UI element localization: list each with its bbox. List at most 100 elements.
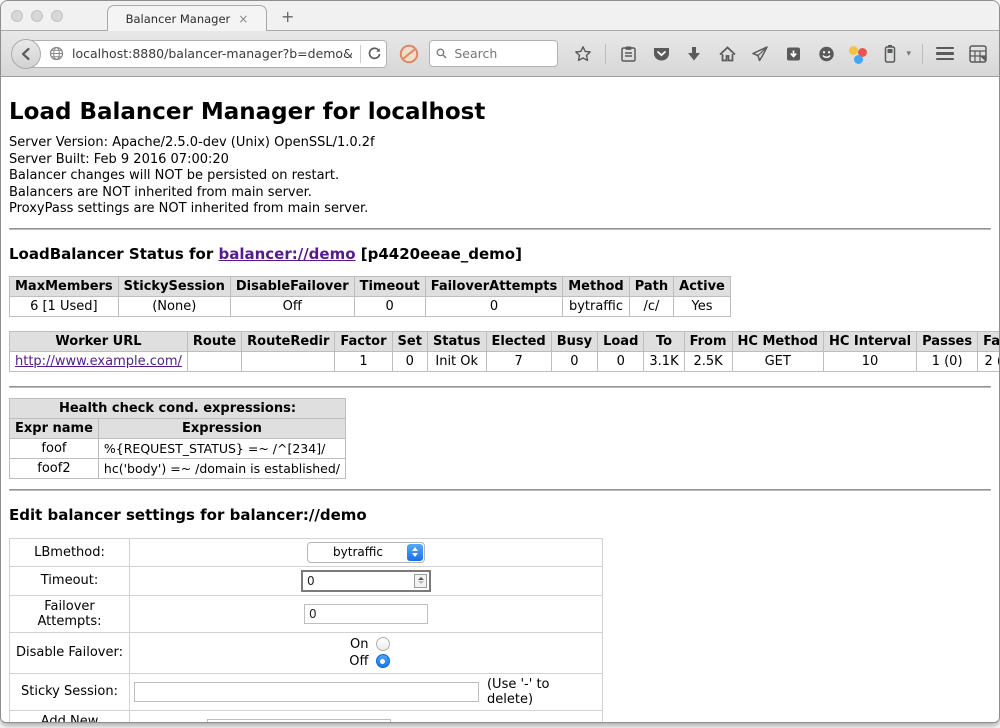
blocked-content-icon[interactable] <box>399 44 419 64</box>
titlebar: Balancer Manager × + <box>1 1 999 31</box>
share-plane-icon[interactable] <box>749 43 771 65</box>
search-input[interactable] <box>452 45 551 62</box>
radio-off-label: Off <box>343 653 369 670</box>
number-spinner-icon[interactable] <box>414 574 427 588</box>
timeout-row: Timeout: <box>10 566 603 595</box>
balancer-demo-link[interactable]: balancer://demo <box>218 245 355 263</box>
home-icon[interactable] <box>716 43 738 65</box>
failover-on-radio[interactable] <box>376 637 390 651</box>
reading-list-icon[interactable] <box>617 43 639 65</box>
chat-smiley-icon[interactable] <box>815 43 837 65</box>
reload-icon[interactable] <box>367 46 382 61</box>
sticky-session-hint: (Use '-' to delete) <box>487 677 598 707</box>
divider-rule <box>9 489 991 491</box>
failover-attempts-label: Failover Attempts: <box>10 595 130 632</box>
are-you-sure-checkbox[interactable] <box>512 722 525 723</box>
lbmethod-select[interactable]: bytraffic <box>307 542 425 563</box>
worker-url-link[interactable]: http://www.example.com/ <box>15 354 182 369</box>
panel-download-icon[interactable] <box>782 43 804 65</box>
proxypass-note-line: ProxyPass settings are NOT inherited fro… <box>9 201 991 218</box>
edit-balancer-heading: Edit balancer settings for balancer://de… <box>9 506 991 524</box>
worker-status-table: Worker URL Route RouteRedir Factor Set S… <box>9 331 1000 372</box>
lbmethod-row: LBmethod: bytraffic <box>10 538 603 566</box>
overflow-caret-icon[interactable]: ▾ <box>906 49 911 59</box>
failover-off-radio[interactable] <box>376 654 390 668</box>
downloads-icon[interactable] <box>683 43 705 65</box>
page-content: Load Balancer Manager for localhost Serv… <box>1 99 999 723</box>
search-icon <box>436 47 447 60</box>
radio-on-label: On <box>343 636 369 653</box>
worker-table-data-row: http://www.example.com/ 1 0 Init Ok 7 0 … <box>10 351 1000 371</box>
server-built-line: Server Built: Feb 9 2016 07:00:20 <box>9 152 991 169</box>
tab-balancer-manager[interactable]: Balancer Manager × <box>107 5 267 31</box>
toolbar-buttons: ▾ <box>572 43 989 65</box>
pocket-icon[interactable] <box>650 43 672 65</box>
status-heading-suffix: [p4420eeae_demo] <box>356 245 522 263</box>
edit-balancer-form: LBmethod: bytraffic Timeout: <box>9 538 603 723</box>
hc-caption-row: Health check cond. expressions: <box>10 398 346 418</box>
worker-table-header-row: Worker URL Route RouteRedir Factor Set S… <box>10 331 1000 351</box>
divider-rule <box>9 386 991 388</box>
col-method: Method <box>563 276 629 296</box>
disable-failover-row: Disable Failover: On Off <box>10 632 603 673</box>
timeout-input[interactable] <box>301 570 431 592</box>
col-path: Path <box>629 276 673 296</box>
close-window-button[interactable] <box>11 10 23 22</box>
tab-title: Balancer Manager <box>126 12 231 26</box>
sticky-session-input[interactable] <box>134 682 479 702</box>
balancer-table-header-row: MaxMembers StickySession DisableFailover… <box>10 276 731 296</box>
globe-icon[interactable] <box>49 46 64 61</box>
hc-row-foof2: foof2 hc('body') =~ /domain is establish… <box>10 458 346 478</box>
col-disablefailover: DisableFailover <box>230 276 354 296</box>
sticky-session-label: Sticky Session: <box>10 673 130 710</box>
health-check-table: Health check cond. expressions: Expr nam… <box>9 398 346 479</box>
tab-close-icon[interactable]: × <box>238 12 248 26</box>
col-active: Active <box>674 276 731 296</box>
menu-hamburger-icon[interactable] <box>934 43 956 65</box>
url-bar[interactable] <box>26 40 387 68</box>
col-timeout: Timeout <box>354 276 425 296</box>
lbmethod-selected-value: bytraffic <box>333 545 383 559</box>
urlbar-divider <box>360 45 361 63</box>
search-bar[interactable] <box>429 40 558 67</box>
server-version-line: Server Version: Apache/2.5.0-dev (Unix) … <box>9 135 991 152</box>
browser-window: Balancer Manager × + <box>0 0 1000 723</box>
back-button[interactable] <box>11 39 41 69</box>
navigation-toolbar: ▾ <box>1 31 999 77</box>
col-stickysession: StickySession <box>118 276 230 296</box>
bookmark-star-icon[interactable] <box>572 43 594 65</box>
divider-rule <box>9 228 991 230</box>
disable-failover-label: Disable Failover: <box>10 632 130 673</box>
timeout-label: Timeout: <box>10 566 130 595</box>
col-expression: Expression <box>98 418 345 438</box>
persist-note-line: Balancer changes will NOT be persisted o… <box>9 168 991 185</box>
extension-grid-icon[interactable] <box>967 43 989 65</box>
add-worker-row: Add New Worker: Are you sure? <box>10 710 603 723</box>
server-info: Server Version: Apache/2.5.0-dev (Unix) … <box>9 135 991 218</box>
hc-caption: Health check cond. expressions: <box>10 398 346 418</box>
balancer-status-table: MaxMembers StickySession DisableFailover… <box>9 276 731 317</box>
col-expr-name: Expr name <box>10 418 99 438</box>
toolbar-separator <box>922 44 923 64</box>
add-worker-input[interactable] <box>207 719 391 723</box>
colored-dots-icon[interactable] <box>848 44 868 64</box>
hc-row-foof: foof %{REQUEST_STATUS} =~ /^[234]/ <box>10 438 346 458</box>
url-input[interactable] <box>70 45 354 62</box>
status-heading-prefix: LoadBalancer Status for <box>9 245 218 263</box>
zoom-window-button[interactable] <box>51 10 63 22</box>
loadbalancer-status-heading: LoadBalancer Status for balancer://demo … <box>9 245 991 263</box>
back-arrow-icon <box>19 47 33 61</box>
add-worker-label: Add New Worker: <box>10 710 130 723</box>
page-title: Load Balancer Manager for localhost <box>9 99 991 125</box>
battery-icon[interactable] <box>879 43 901 65</box>
inherit-note-line: Balancers are NOT inherited from main se… <box>9 185 991 202</box>
are-you-sure-label: Are you sure? <box>407 721 496 723</box>
toolbar-separator <box>605 44 606 64</box>
window-controls <box>11 10 63 22</box>
lbmethod-label: LBmethod: <box>10 538 130 566</box>
failover-attempts-input[interactable] <box>304 604 428 624</box>
minimize-window-button[interactable] <box>31 10 43 22</box>
sticky-session-row: Sticky Session: (Use '-' to delete) <box>10 673 603 710</box>
select-stepper-icon <box>407 544 423 561</box>
new-tab-button[interactable]: + <box>281 7 294 26</box>
